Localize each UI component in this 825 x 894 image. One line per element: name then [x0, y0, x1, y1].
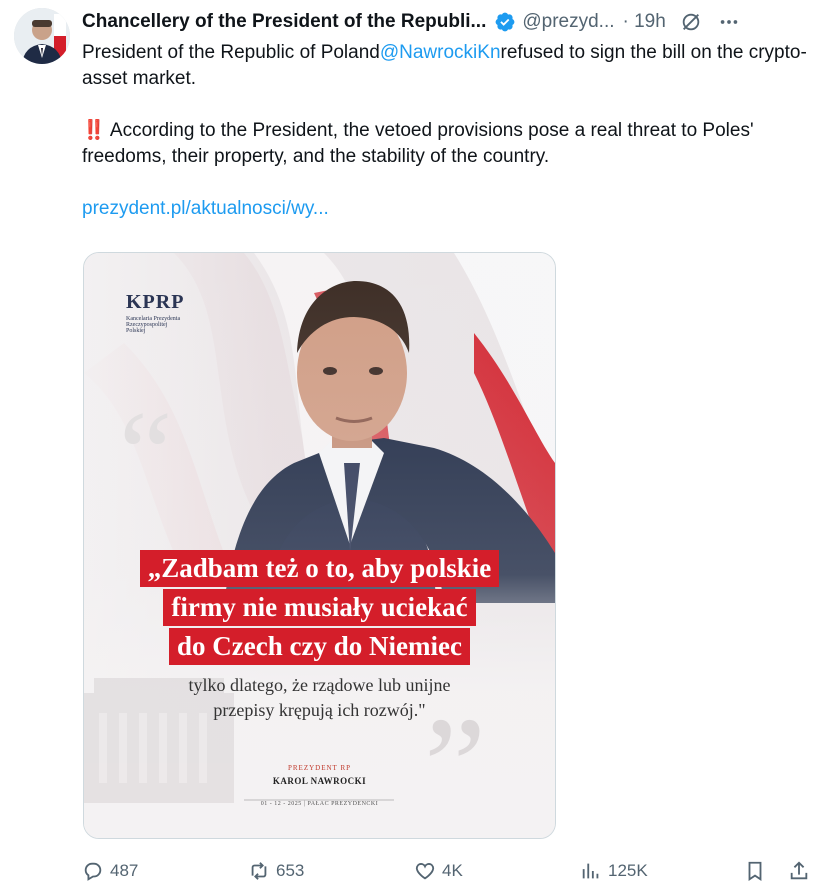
tweet-paragraph-2: ‼️ According to the President, the vetoe… — [82, 118, 812, 170]
repost-button[interactable]: 653 — [248, 853, 304, 889]
quote-line-1-wrap: „Zadbam też o to, aby polskie — [84, 550, 555, 587]
quote-sub-line-2: przepisy krępują ich rozwój." — [213, 700, 426, 720]
tweet-actions: 487 653 4K 125K — [82, 853, 812, 889]
like-button[interactable]: 4K — [414, 853, 463, 889]
repost-count: 653 — [276, 861, 305, 880]
logo-text: KPRP — [126, 291, 185, 313]
avatar[interactable] — [14, 8, 70, 64]
views-count: 125K — [608, 861, 648, 880]
quote-line-1: „Zadbam też o to, aby polskie — [139, 550, 500, 587]
grok-icon[interactable] — [680, 11, 702, 33]
views-icon — [582, 863, 599, 879]
role-label: PREZYDENT RP — [287, 764, 352, 772]
reply-icon — [84, 862, 102, 881]
tweet-text: President of the Republic of Poland@Nawr… — [82, 40, 812, 222]
svg-text:“: “ — [119, 386, 172, 519]
bookmark-icon — [748, 861, 762, 881]
timestamp[interactable]: · 19h — [623, 11, 666, 33]
like-count: 4K — [442, 861, 463, 880]
like-icon — [415, 863, 435, 880]
quote-line-3-wrap: do Czech czy do Niemiec — [84, 628, 555, 665]
tweet-link-paragraph: prezydent.pl/aktualnosci/wy... — [82, 196, 812, 222]
logo-subtitle-3: Polskiej — [126, 328, 146, 334]
tweet-header: Chancellery of the President of the Repu… — [82, 10, 812, 34]
text-prefix: President of the Republic of Poland — [82, 42, 380, 63]
reply-button[interactable]: 487 — [82, 853, 138, 889]
paragraph-2-text: According to the President, the vetoed p… — [82, 120, 754, 167]
views-button[interactable]: 125K — [580, 853, 648, 889]
verified-badge-icon — [494, 11, 516, 33]
quote-line-2: firmy nie musiały uciekać — [163, 589, 476, 626]
author-name[interactable]: Chancellery of the President of the Repu… — [82, 11, 486, 33]
tweet-paragraph-1: President of the Republic of Poland@Nawr… — [82, 40, 812, 92]
bookmark-button[interactable] — [744, 853, 766, 889]
share-button[interactable] — [788, 853, 810, 889]
quote-line-3: do Czech czy do Niemiec — [169, 628, 470, 665]
external-link[interactable]: prezydent.pl/aktualnosci/wy... — [82, 198, 329, 219]
quote-line-2-wrap: firmy nie musiały uciekać — [84, 589, 555, 626]
quote-sub-line-1: tylko dlatego, że rządowe lub unijne — [188, 675, 451, 695]
more-icon[interactable] — [718, 11, 740, 33]
image-footer: 01 - 12 - 2025 | PAŁAC PREZYDENCKI — [260, 801, 379, 807]
share-icon — [790, 861, 808, 880]
kprp-logo: KPRP Kancelaria Prezydenta Rzeczypospoli… — [126, 291, 184, 334]
reply-count: 487 — [110, 861, 139, 880]
author-handle[interactable]: @prezyd... — [522, 11, 614, 33]
double-exclamation-icon: ‼️ — [82, 120, 106, 141]
tweet-image[interactable]: “ ” KPRP Kancelaria Prezydenta Rzeczypos… — [83, 252, 556, 839]
mention-link[interactable]: @NawrockiKn — [380, 42, 501, 63]
signature-name: KAROL NAWROCKI — [272, 776, 367, 786]
repost-icon — [251, 862, 267, 880]
